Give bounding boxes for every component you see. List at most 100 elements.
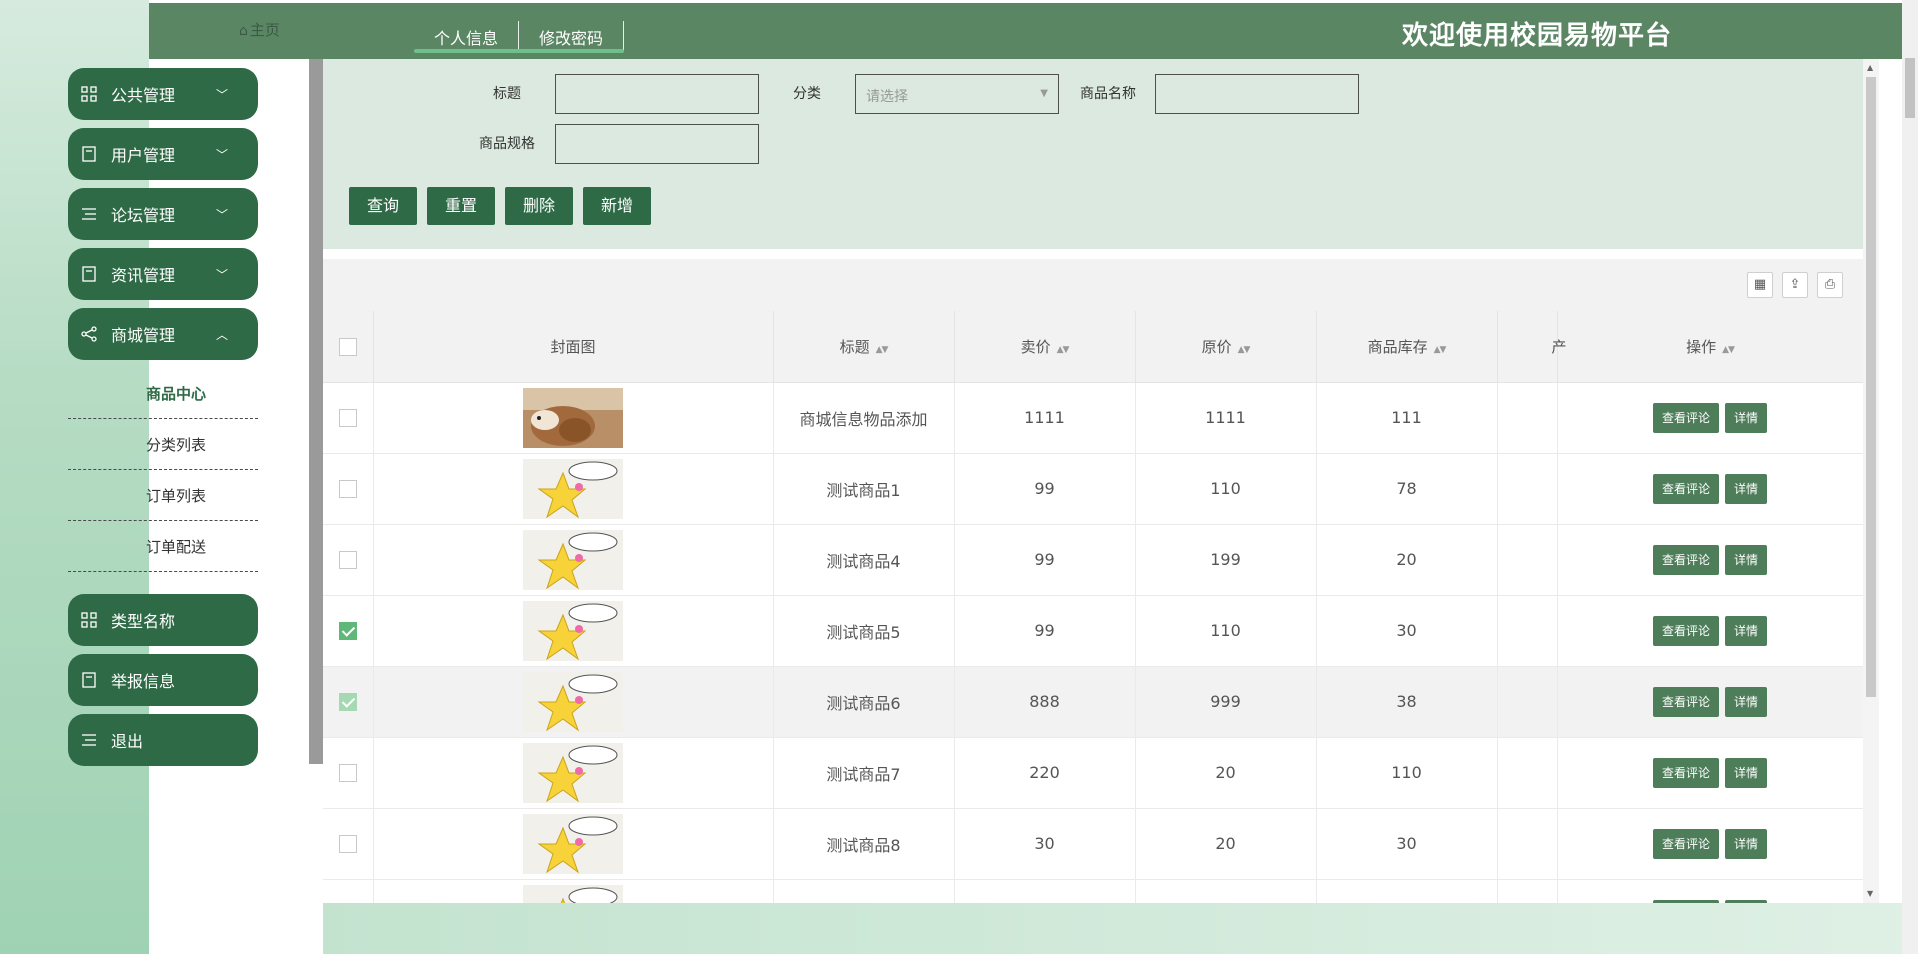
scroll-up-icon[interactable]: ▲ bbox=[1867, 63, 1873, 72]
column-header[interactable]: 卖价 ▲▼ bbox=[954, 311, 1136, 383]
scroll-down-icon[interactable]: ▼ bbox=[1867, 889, 1873, 898]
submenu-item-product-center[interactable]: 商品中心 bbox=[68, 368, 258, 419]
row-checkbox[interactable] bbox=[338, 622, 357, 641]
add-button[interactable]: 新增 bbox=[583, 187, 651, 225]
select-all-header[interactable] bbox=[323, 311, 374, 383]
view-comments-button[interactable]: 查看评论 bbox=[1652, 544, 1719, 575]
detail-button[interactable]: 详情 bbox=[1725, 473, 1768, 504]
cover-image bbox=[523, 884, 623, 903]
table-row[interactable]: 测试商品4 99 199 20 查看评论 详情 bbox=[323, 524, 1863, 596]
reset-button[interactable]: 重置 bbox=[427, 187, 495, 225]
detail-button[interactable]: 详情 bbox=[1725, 899, 1768, 903]
row-select-cell[interactable] bbox=[323, 524, 374, 596]
table-row[interactable]: 测试商品6 888 999 38 查看评论 详情 bbox=[323, 666, 1863, 738]
title-cell: 测试商品7 bbox=[773, 737, 955, 809]
original-price-cell: 199 bbox=[1135, 524, 1317, 596]
detail-button[interactable]: 详情 bbox=[1725, 757, 1768, 788]
view-comments-button[interactable]: 查看评论 bbox=[1652, 615, 1719, 646]
view-comments-button[interactable]: 查看评论 bbox=[1652, 686, 1719, 717]
home-link[interactable]: ⌂ 主页 bbox=[239, 19, 280, 40]
sidebar-item-mall[interactable]: 商城管理 ︿ bbox=[68, 308, 258, 360]
page-scrollbar-thumb[interactable] bbox=[1905, 58, 1915, 118]
sort-icon[interactable]: ▲▼ bbox=[1722, 345, 1735, 355]
sort-icon[interactable]: ▲▼ bbox=[1238, 345, 1251, 355]
product-name-input[interactable] bbox=[1155, 74, 1359, 114]
column-header[interactable]: 原价 ▲▼ bbox=[1135, 311, 1317, 383]
welcome-title: 欢迎使用校园易物平台 bbox=[1401, 21, 1672, 51]
row-checkbox[interactable] bbox=[338, 764, 357, 783]
table-row[interactable]: 查看评论 详情 bbox=[323, 879, 1863, 903]
detail-button[interactable]: 详情 bbox=[1725, 402, 1768, 433]
table-row[interactable]: 测试商品7 220 20 110 查看评论 详情 bbox=[323, 737, 1863, 809]
row-checkbox[interactable] bbox=[338, 551, 357, 570]
view-comments-button[interactable]: 查看评论 bbox=[1652, 828, 1719, 859]
view-comments-button[interactable]: 查看评论 bbox=[1652, 757, 1719, 788]
hidden-column-cell bbox=[1497, 879, 1558, 903]
column-header[interactable]: 操作 ▲▼ bbox=[1557, 311, 1863, 383]
submenu-item-category-list[interactable]: 分类列表 bbox=[68, 419, 258, 470]
columns-icon[interactable]: ▦ bbox=[1747, 272, 1773, 298]
row-select-cell[interactable] bbox=[323, 595, 374, 667]
query-button[interactable]: 查询 bbox=[349, 187, 417, 225]
view-comments-button[interactable]: 查看评论 bbox=[1652, 473, 1719, 504]
submenu-item-order-list[interactable]: 订单列表 bbox=[68, 470, 258, 521]
sort-icon[interactable]: ▲▼ bbox=[1434, 345, 1447, 355]
row-checkbox[interactable] bbox=[338, 480, 357, 499]
sort-icon[interactable]: ▲▼ bbox=[1057, 345, 1070, 355]
sidebar-item-news[interactable]: 资讯管理 ﹀ bbox=[68, 248, 258, 300]
sidebar-item-reports[interactable]: 举报信息 bbox=[68, 654, 258, 706]
column-header[interactable]: 商品库存 ▲▼ bbox=[1316, 311, 1498, 383]
sort-icon[interactable]: ▲▼ bbox=[876, 345, 889, 355]
row-select-cell[interactable] bbox=[323, 453, 374, 525]
table-row[interactable]: 测试商品5 99 110 30 查看评论 详情 bbox=[323, 595, 1863, 667]
original-price-cell: 20 bbox=[1135, 737, 1317, 809]
detail-button[interactable]: 详情 bbox=[1725, 686, 1768, 717]
title-cell: 测试商品1 bbox=[773, 453, 955, 525]
row-select-cell[interactable] bbox=[323, 737, 374, 809]
table-toolbar: ▦ ⇪ ⎙ bbox=[323, 259, 1863, 311]
sidebar-item-public[interactable]: 公共管理 ﹀ bbox=[68, 68, 258, 120]
title-input[interactable] bbox=[555, 74, 759, 114]
select-all-checkbox[interactable] bbox=[338, 337, 357, 356]
bottom-spacer bbox=[149, 903, 323, 954]
tab-personal-info[interactable]: 个人信息 bbox=[414, 21, 520, 51]
table-row[interactable]: 测试商品1 99 110 78 查看评论 详情 bbox=[323, 453, 1863, 525]
export-icon[interactable]: ⇪ bbox=[1782, 272, 1808, 298]
sidebar-item-type-name[interactable]: 类型名称 bbox=[68, 594, 258, 646]
cover-image-cell bbox=[373, 737, 774, 809]
view-comments-button[interactable]: 查看评论 bbox=[1652, 402, 1719, 433]
view-comments-button[interactable]: 查看评论 bbox=[1652, 899, 1719, 903]
detail-button[interactable]: 详情 bbox=[1725, 615, 1768, 646]
sidebar: 公共管理 ﹀ 用户管理 ﹀ 论坛管理 ﹀ 资讯管理 ﹀ 商城管理 ︿ 商品中心 … bbox=[68, 68, 258, 774]
row-select-cell[interactable] bbox=[323, 879, 374, 903]
original-price-cell: 999 bbox=[1135, 666, 1317, 738]
detail-button[interactable]: 详情 bbox=[1725, 828, 1768, 859]
category-select[interactable]: 请选择 ▼ bbox=[855, 74, 1059, 114]
sidebar-item-logout[interactable]: 退出 bbox=[68, 714, 258, 766]
cover-image bbox=[523, 671, 623, 732]
sidebar-item-users[interactable]: 用户管理 ﹀ bbox=[68, 128, 258, 180]
price-cell bbox=[954, 879, 1136, 903]
table-row[interactable]: 商城信息物品添加 1111 1111 111 查看评论 详情 bbox=[323, 382, 1863, 454]
detail-button[interactable]: 详情 bbox=[1725, 544, 1768, 575]
page-scrollbar[interactable] bbox=[1902, 0, 1918, 954]
content-left-scrollbar[interactable] bbox=[309, 59, 323, 764]
table-scrollbar-thumb[interactable] bbox=[1866, 77, 1876, 697]
table-scrollbar[interactable]: ▲ ▼ bbox=[1863, 59, 1879, 903]
row-checkbox[interactable] bbox=[338, 693, 357, 712]
chevron-down-icon: ﹀ bbox=[215, 268, 228, 282]
submenu-item-order-delivery[interactable]: 订单配送 bbox=[68, 521, 258, 572]
cover-image bbox=[523, 813, 623, 874]
sidebar-item-forum[interactable]: 论坛管理 ﹀ bbox=[68, 188, 258, 240]
print-icon[interactable]: ⎙ bbox=[1817, 272, 1843, 298]
tab-change-password[interactable]: 修改密码 bbox=[519, 21, 625, 51]
column-header[interactable]: 标题 ▲▼ bbox=[773, 311, 955, 383]
row-checkbox[interactable] bbox=[338, 409, 357, 428]
row-select-cell[interactable] bbox=[323, 382, 374, 454]
delete-button[interactable]: 删除 bbox=[505, 187, 573, 225]
table-row[interactable]: 测试商品8 30 20 30 查看评论 详情 bbox=[323, 808, 1863, 880]
row-select-cell[interactable] bbox=[323, 808, 374, 880]
product-spec-input[interactable] bbox=[555, 124, 759, 164]
price-cell: 1111 bbox=[954, 382, 1136, 454]
row-checkbox[interactable] bbox=[338, 835, 357, 854]
